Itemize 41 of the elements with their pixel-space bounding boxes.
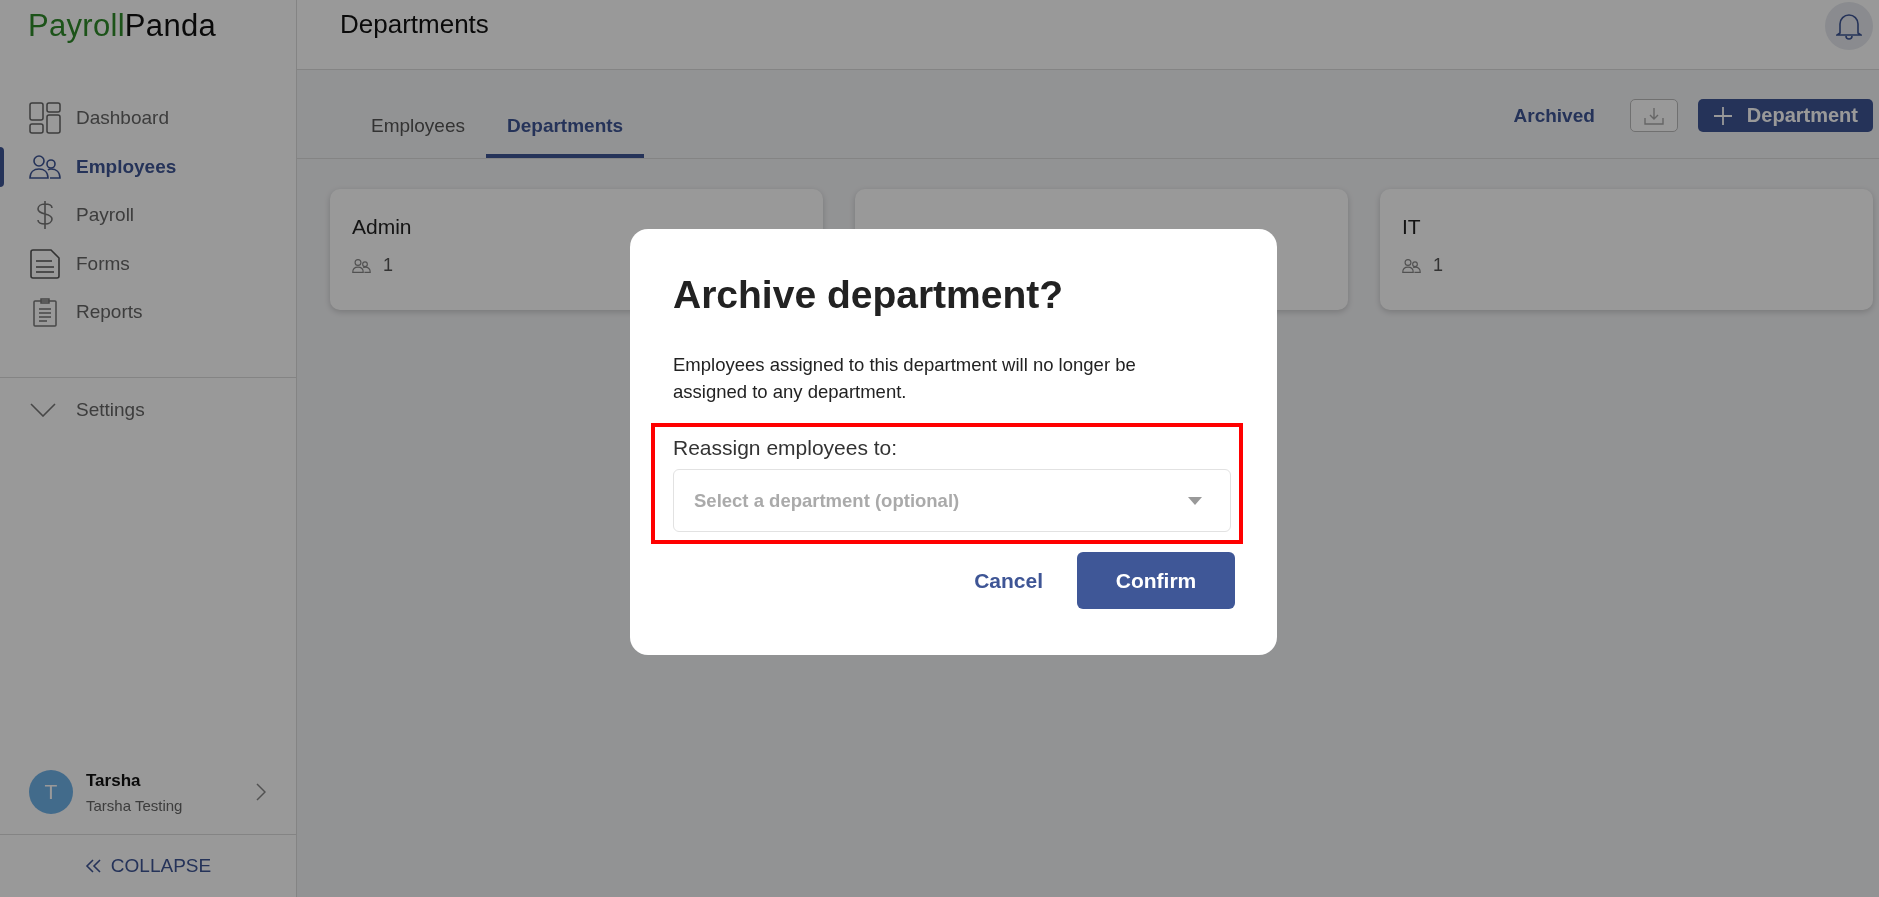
department-name: IT [1402,215,1422,239]
nav-item[interactable]: Payroll [0,191,296,240]
department-select[interactable]: Select a department (optional) [673,469,1231,532]
cancel-button[interactable]: Cancel [968,562,1049,599]
download-icon [1643,106,1664,125]
notification-button[interactable] [1825,1,1873,50]
double-chevron-left-icon [84,859,101,873]
user-name: Tarsha [86,770,142,791]
confirm-button[interactable]: Confirm [1077,552,1235,609]
dashboard-icon [29,102,61,135]
field-label: Reassign employees to: [673,436,899,460]
tab[interactable]: Departments [486,115,645,158]
document-icon [29,247,61,280]
people-icon [1402,258,1421,273]
logo-text: Panda [124,8,216,45]
dialog-message: Employees assigned to this department will no longer be assigned to any department. [673,353,1137,404]
download-button[interactable] [1629,99,1678,132]
bell-icon [1836,11,1862,40]
user-company: Tarsha Testing [86,796,184,814]
add-department-button[interactable]: Department [1697,99,1873,132]
chevron-down-icon [30,403,56,417]
nav-item[interactable]: Reports [0,288,296,337]
nav-item[interactable]: Forms [0,239,296,288]
nav-item[interactable]: Dashboard [0,94,296,143]
archived-link[interactable]: Archived [1513,104,1595,127]
page-title: Departments [340,9,489,40]
tab[interactable]: Employees [350,115,486,158]
logo-text: Payroll [28,8,125,45]
employee-count: 1 [383,255,393,276]
clipboard-icon [32,297,58,328]
people-icon [29,154,61,179]
dollar-icon [34,200,56,231]
department-name: Admin [352,215,413,239]
employee-count: 1 [1433,255,1443,276]
nav-item[interactable]: Employees [0,142,296,191]
plus-icon [1712,105,1733,126]
caret-icon [1188,496,1202,505]
people-icon [352,258,371,273]
department-card[interactable]: IT 1 [1380,189,1873,310]
chevron-right-icon[interactable] [256,783,266,801]
collapse-button[interactable]: COLLAPSE [84,855,212,877]
